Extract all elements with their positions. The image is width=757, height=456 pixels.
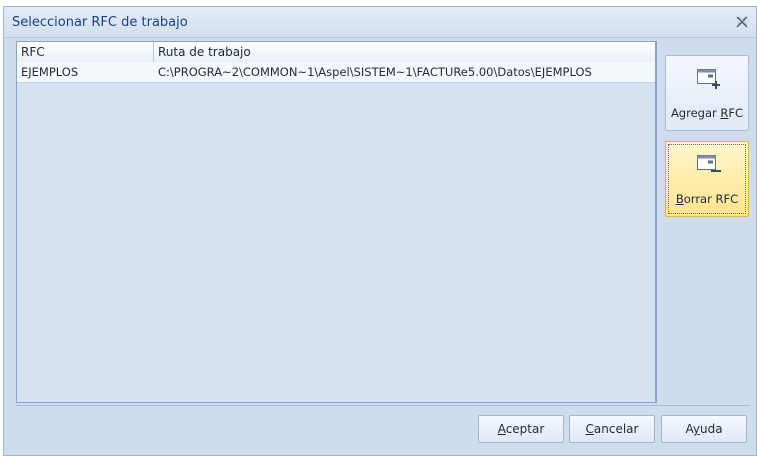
accept-button[interactable]: Aceptar [478, 415, 564, 443]
cell-rfc: EJEMPLOS [21, 65, 79, 79]
table-row[interactable]: EJEMPLOS C:\PROGRA~2\COMMON~1\Aspel\SIST… [17, 62, 655, 83]
column-header-ruta[interactable]: Ruta de trabajo [158, 45, 251, 59]
grid-header: RFC Ruta de trabajo [17, 42, 655, 63]
add-rfc-icon [697, 69, 720, 89]
footer-divider [16, 405, 750, 406]
cell-ruta: C:\PROGRA~2\COMMON~1\Aspel\SISTEM~1\FACT… [158, 65, 592, 79]
close-icon[interactable] [734, 15, 750, 29]
cancel-button[interactable]: Cancelar [569, 415, 655, 443]
add-rfc-label: Agregar RFC [670, 106, 744, 120]
rfc-grid: RFC Ruta de trabajo EJEMPLOS C:\PROGRA~2… [16, 41, 656, 403]
column-divider[interactable] [153, 42, 154, 62]
dialog-window: Seleccionar RFC de trabajo RFC Ruta de t… [3, 6, 757, 456]
delete-rfc-label: Borrar RFC [675, 192, 739, 206]
dialog-title: Seleccionar RFC de trabajo [12, 15, 188, 30]
delete-rfc-button[interactable]: Borrar RFC [665, 141, 749, 217]
help-button[interactable]: Ayuda [661, 415, 747, 443]
delete-rfc-icon [697, 155, 721, 172]
add-rfc-button[interactable]: Agregar RFC [665, 55, 749, 131]
column-header-rfc[interactable]: RFC [21, 45, 45, 59]
side-panel: Agregar RFC Borrar RFC [656, 41, 750, 403]
title-bar: Seleccionar RFC de trabajo [4, 7, 756, 38]
